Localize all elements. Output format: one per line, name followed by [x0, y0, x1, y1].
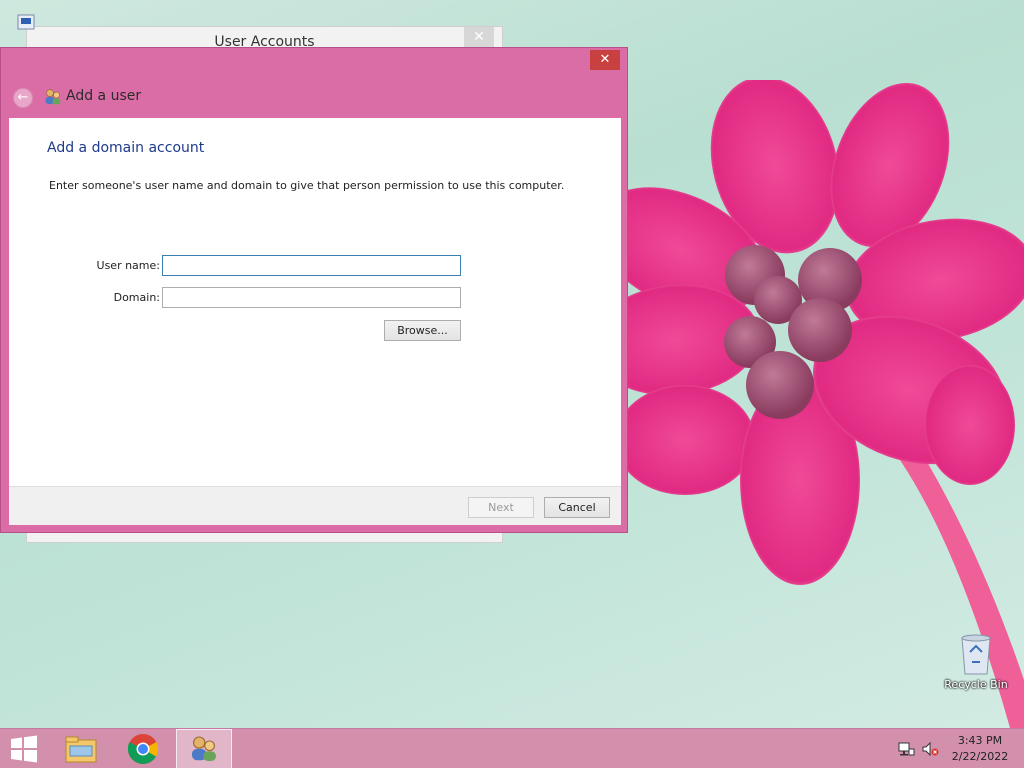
- dialog-footer: Next Cancel: [9, 486, 621, 525]
- close-button[interactable]: ✕: [464, 27, 494, 47]
- windows-logo-icon: [11, 735, 37, 763]
- taskbar: 3:43 PM 2/22/2022: [0, 728, 1024, 768]
- chrome-taskbar-button[interactable]: [114, 729, 170, 768]
- window-title: User Accounts: [214, 34, 315, 50]
- cancel-button[interactable]: Cancel: [544, 497, 610, 518]
- username-input[interactable]: [162, 255, 461, 276]
- folder-icon: [65, 736, 97, 763]
- browse-button[interactable]: Browse...: [384, 320, 461, 341]
- domain-label: Domain:: [113, 291, 160, 304]
- clock-date: 2/22/2022: [951, 750, 1009, 763]
- desktop: User Accounts ✕ ✕ ← Add a user Add a dom…: [0, 0, 1024, 728]
- network-icon[interactable]: [897, 741, 915, 757]
- clock-time: 3:43 PM: [957, 734, 1003, 747]
- users-icon: [45, 89, 61, 105]
- recycle-bin-label: Recycle Bin: [944, 678, 1008, 691]
- chrome-icon: [127, 734, 159, 764]
- username-label: User name:: [96, 259, 160, 272]
- dialog-header: ← Add a user: [1, 78, 627, 116]
- control-panel-icon: [17, 14, 35, 30]
- add-user-dialog: ✕ ← Add a user Add a domain account Ente…: [0, 47, 628, 533]
- page-title: Add a domain account: [47, 140, 205, 156]
- file-explorer-taskbar-button[interactable]: [54, 729, 110, 768]
- users-icon: [192, 736, 216, 761]
- back-button[interactable]: ←: [13, 88, 33, 108]
- close-button[interactable]: ✕: [590, 50, 620, 70]
- recycle-bin-icon: [961, 634, 991, 675]
- recycle-bin[interactable]: Recycle Bin: [940, 632, 1012, 691]
- start-button[interactable]: [0, 729, 56, 768]
- wallpaper-flower: [600, 80, 1024, 728]
- volume-muted-icon[interactable]: [921, 741, 939, 757]
- instructions-text: Enter someone's user name and domain to …: [49, 179, 565, 192]
- next-button[interactable]: Next: [468, 497, 534, 518]
- dialog-title: Add a user: [66, 88, 142, 104]
- dialog-content: Add a domain account Enter someone's use…: [9, 118, 621, 486]
- system-clock[interactable]: 3:43 PM 2/22/2022: [948, 733, 1012, 765]
- domain-input[interactable]: [162, 287, 461, 308]
- user-accounts-taskbar-button[interactable]: [176, 729, 232, 768]
